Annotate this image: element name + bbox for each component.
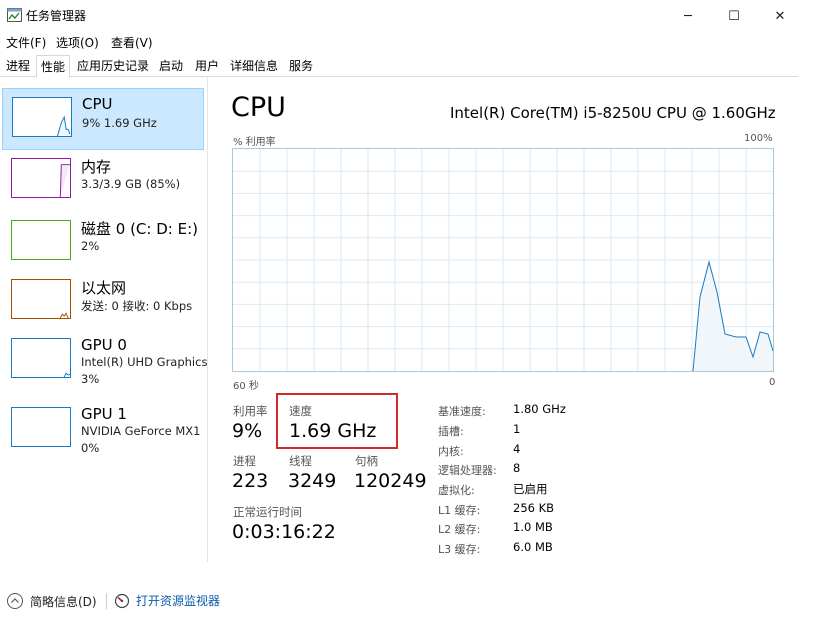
spec-value: 已启用 xyxy=(513,482,548,496)
tab-details[interactable]: 详细信息 xyxy=(226,55,282,77)
sidebar-item-gpu-0[interactable]: GPU 0 Intel(R) UHD Graphics 3% xyxy=(2,330,208,392)
sidebar-item-usage: 3% xyxy=(81,372,100,386)
cpu-thumbnail-graph xyxy=(12,97,72,137)
tab-startup[interactable]: 启动 xyxy=(155,55,187,77)
sidebar-item-title: CPU xyxy=(82,95,113,113)
utilization-value: 9% xyxy=(232,420,263,442)
footer-separator xyxy=(106,593,107,609)
tab-services[interactable]: 服务 xyxy=(285,55,317,77)
spec-value: 8 xyxy=(513,461,521,475)
sidebar-item-gpu-1[interactable]: GPU 1 NVIDIA GeForce MX1 0% xyxy=(2,399,204,461)
spec-value: 1 xyxy=(513,422,521,436)
sidebar-item-usage: 0% xyxy=(81,441,100,455)
open-resource-monitor-label: 打开资源监视器 xyxy=(136,594,221,608)
tab-users[interactable]: 用户 xyxy=(191,55,223,77)
graph-y-max-label: 100% xyxy=(744,133,773,144)
spec-key: 基准速度: xyxy=(438,405,486,418)
title-bar: 任务管理器 ─ ☐ ✕ xyxy=(0,0,822,32)
threads-label: 线程 xyxy=(289,454,312,468)
gpu0-thumbnail-graph xyxy=(11,338,71,378)
tab-app-history[interactable]: 应用历史记录 xyxy=(73,55,153,77)
sidebar-item-title: 以太网 xyxy=(81,279,127,297)
sidebar-item-title: 内存 xyxy=(81,158,112,176)
sidebar-divider xyxy=(207,77,208,562)
task-manager-icon xyxy=(7,8,22,22)
spec-value: 1.0 MB xyxy=(513,520,553,534)
tab-performance[interactable]: 性能 xyxy=(36,55,71,78)
sidebar-item-detail: Intel(R) UHD Graphics xyxy=(81,355,208,369)
close-button[interactable]: ✕ xyxy=(757,0,803,32)
sidebar-item-detail: 9% 1.69 GHz xyxy=(82,116,157,130)
utilization-label: 利用率 xyxy=(233,404,268,418)
resource-monitor-icon xyxy=(114,593,130,608)
sidebar-item-disk[interactable]: 磁盘 0 (C: D: E:) 2% xyxy=(2,212,204,274)
menu-view[interactable]: 查看(V) xyxy=(111,34,153,51)
spec-key: 虚拟化: xyxy=(438,484,475,497)
sidebar-item-detail: 2% xyxy=(81,239,100,253)
threads-value: 3249 xyxy=(288,470,337,492)
spec-key: 逻辑处理器: xyxy=(438,464,497,477)
sidebar-item-cpu[interactable]: CPU 9% 1.69 GHz xyxy=(2,88,204,150)
speed-value: 1.69 GHz xyxy=(289,420,377,442)
tab-bar: 进程 性能 应用历史记录 启动 用户 详细信息 服务 xyxy=(0,55,822,78)
fewer-details-label: 简略信息(D) xyxy=(30,594,97,609)
processes-value: 223 xyxy=(232,470,269,492)
spec-key: L1 缓存: xyxy=(438,504,481,517)
menu-file[interactable]: 文件(F) xyxy=(6,34,46,51)
spec-key: L3 缓存: xyxy=(438,543,481,556)
spec-key: L2 缓存: xyxy=(438,523,481,536)
menu-options[interactable]: 选项(O) xyxy=(56,34,99,51)
maximize-button[interactable]: ☐ xyxy=(711,0,757,32)
uptime-label: 正常运行时间 xyxy=(233,505,302,519)
spec-value: 1.80 GHz xyxy=(513,402,566,416)
ethernet-thumbnail-graph xyxy=(11,279,71,319)
graph-x-right-label: 0 xyxy=(769,377,776,388)
minimize-button[interactable]: ─ xyxy=(665,0,711,32)
cpu-model-name: Intel(R) Core(TM) i5-8250U CPU @ 1.60GHz xyxy=(450,104,776,122)
footer-bar: 简略信息(D) 打开资源监视器 xyxy=(0,588,822,616)
gpu1-thumbnail-graph xyxy=(11,407,71,447)
speed-label: 速度 xyxy=(289,404,312,418)
sidebar-item-title: 磁盘 0 (C: D: E:) xyxy=(81,220,198,238)
chevron-up-circle-icon xyxy=(7,593,23,609)
spec-key: 内核: xyxy=(438,445,464,458)
graph-y-label: % 利用率 xyxy=(233,137,276,148)
handles-value: 120249 xyxy=(354,470,427,492)
open-resource-monitor-link[interactable]: 打开资源监视器 xyxy=(114,592,220,609)
sidebar-item-title: GPU 0 xyxy=(81,336,127,354)
sidebar-item-detail: 发送: 0 接收: 0 Kbps xyxy=(81,299,193,313)
sidebar-item-detail: 3.3/3.9 GB (85%) xyxy=(81,177,181,191)
handles-label: 句柄 xyxy=(355,454,378,468)
processes-label: 进程 xyxy=(233,454,256,468)
spec-value: 256 KB xyxy=(513,501,555,515)
uptime-value: 0:03:16:22 xyxy=(232,521,336,543)
disk-thumbnail-graph xyxy=(11,220,71,260)
spec-value: 4 xyxy=(513,442,521,456)
sidebar-item-memory[interactable]: 内存 3.3/3.9 GB (85%) xyxy=(2,150,204,212)
memory-thumbnail-graph xyxy=(11,158,71,198)
sidebar-item-ethernet[interactable]: 以太网 发送: 0 接收: 0 Kbps xyxy=(2,271,204,333)
cpu-utilization-graph xyxy=(232,148,774,372)
sidebar-item-title: GPU 1 xyxy=(81,405,127,423)
spec-value: 6.0 MB xyxy=(513,540,553,554)
page-title: CPU xyxy=(231,92,286,123)
sidebar-item-detail: NVIDIA GeForce MX1 xyxy=(81,424,201,438)
graph-x-left-label: 60 秒 xyxy=(233,381,259,392)
tab-processes[interactable]: 进程 xyxy=(2,55,34,77)
spec-key: 插槽: xyxy=(438,425,464,438)
fewer-details-button[interactable]: 简略信息(D) xyxy=(6,592,97,610)
window-title: 任务管理器 xyxy=(26,9,87,23)
resource-sidebar: CPU 9% 1.69 GHz 内存 3.3/3.9 GB (85%) 磁盘 0… xyxy=(0,77,210,562)
